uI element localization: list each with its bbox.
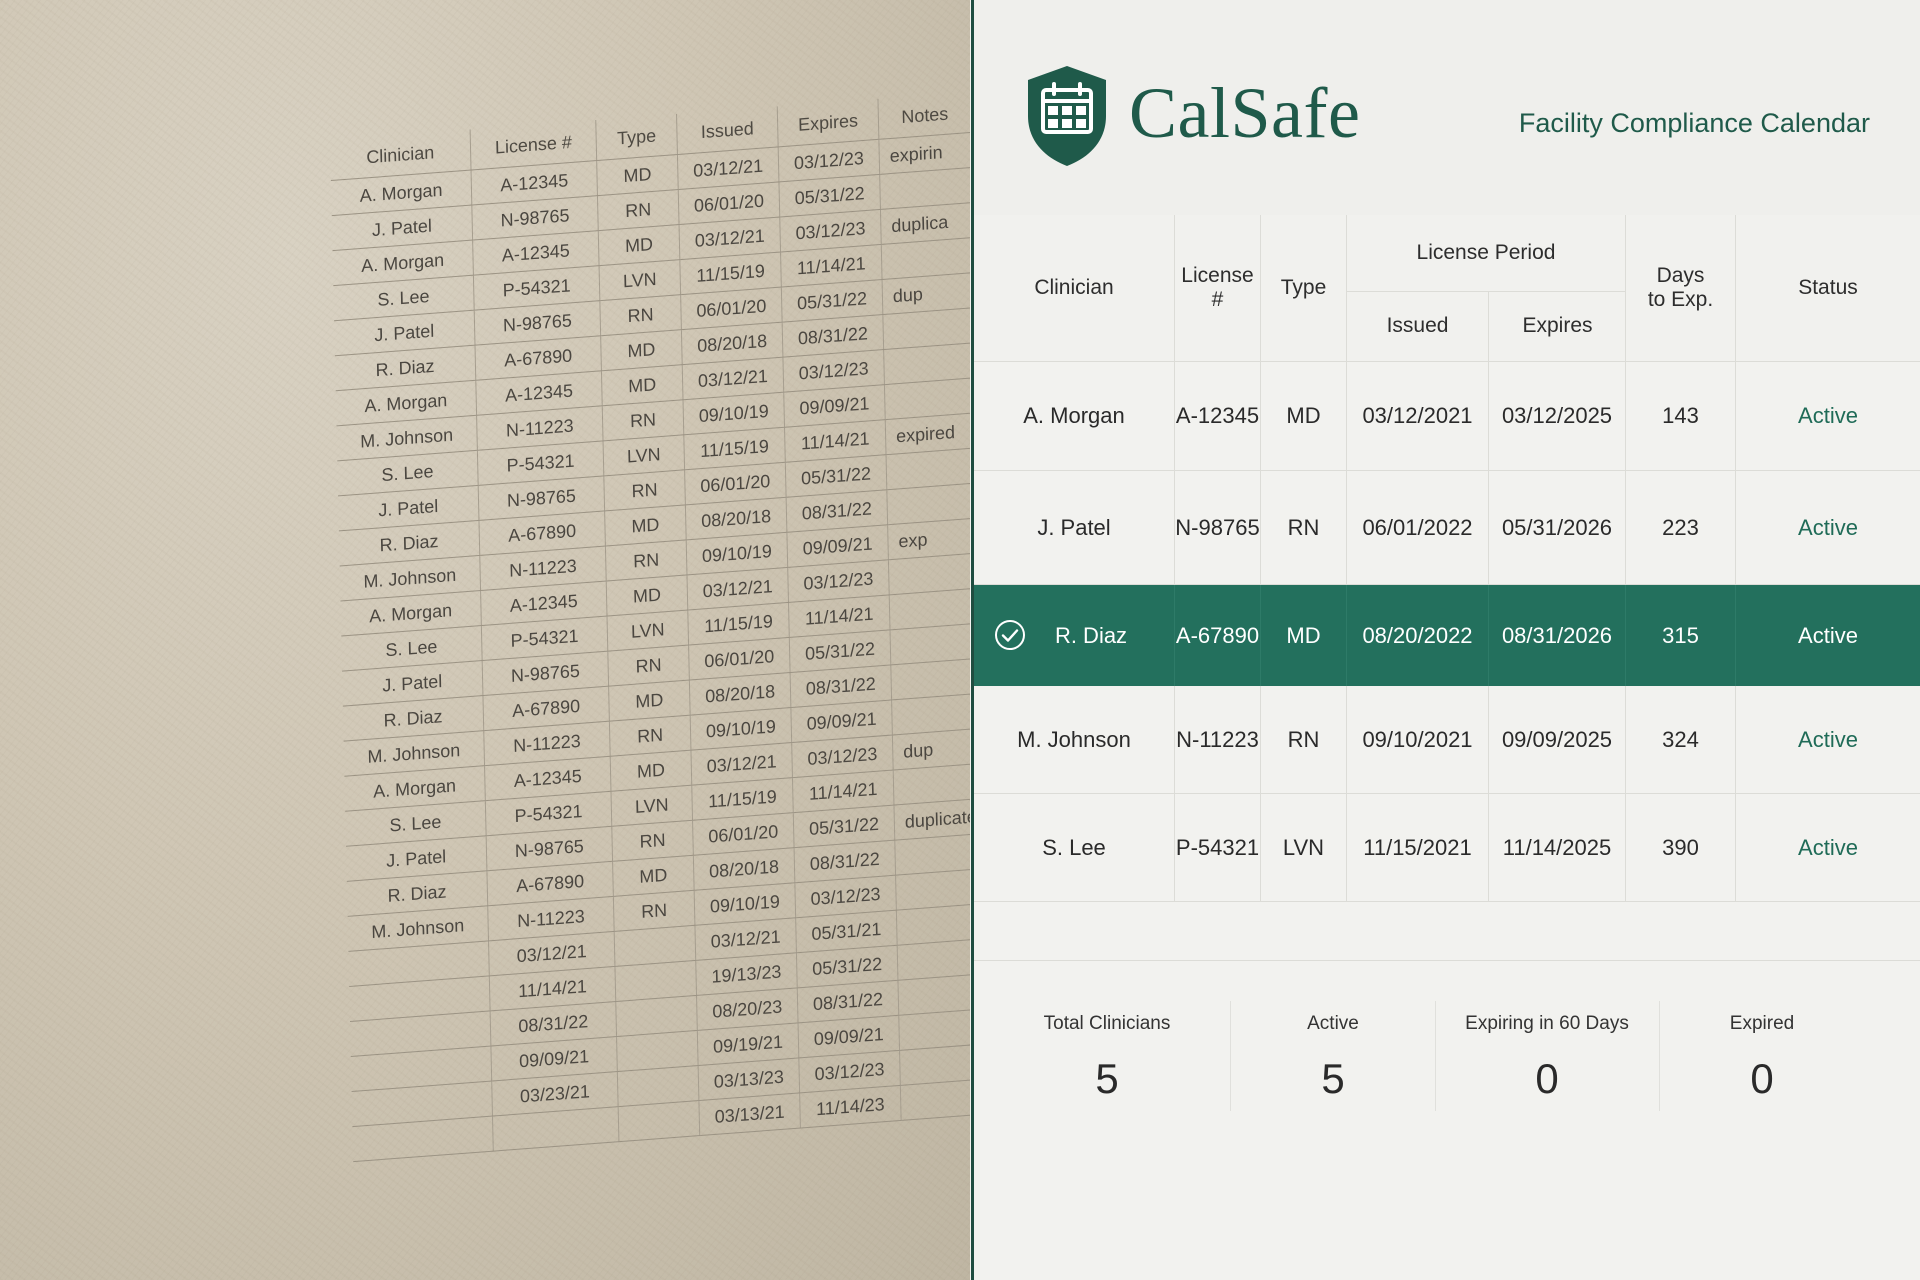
table-row-selected[interactable]: R. Diaz A-67890 MD 08/20/2022 08/31/2026… — [974, 585, 1920, 686]
cell-issued: 08/20/2022 — [1347, 585, 1489, 686]
cell-type: RN — [1261, 471, 1347, 584]
cell-type: RN — [1261, 686, 1347, 793]
table-row[interactable]: S. Lee P-54321 LVN 11/15/2021 11/14/2025… — [974, 794, 1920, 902]
col-group-license-period: License Period Issued Expires — [1347, 215, 1626, 361]
col-header-clinician[interactable]: Clinician — [974, 215, 1175, 361]
legacy-header-type: Type — [595, 113, 678, 161]
legacy-cell-notes — [890, 657, 970, 700]
page-subtitle: Facility Compliance Calendar — [1518, 108, 1870, 138]
cell-issued: 11/15/2021 — [1347, 794, 1489, 901]
cell-days-to-exp: 315 — [1626, 585, 1736, 686]
shield-calendar-icon — [1028, 66, 1106, 166]
col-header-days-to-exp[interactable]: Days to Exp. — [1626, 215, 1736, 361]
legacy-cell-notes — [898, 1008, 970, 1051]
col-header-license[interactable]: License # — [1175, 215, 1261, 361]
legacy-cell-type — [618, 1100, 700, 1142]
table-spacer — [974, 902, 1920, 961]
brand-name: CalSafe — [1129, 73, 1361, 153]
cell-license: N-11223 — [1175, 686, 1261, 793]
stat-label: Expiring in 60 Days — [1465, 1013, 1629, 1034]
calsafe-app: CalSafe Facility Compliance Calendar Cli… — [974, 0, 1920, 1280]
legacy-cell-notes — [895, 868, 970, 911]
legacy-cell-notes: dup — [892, 728, 970, 771]
status-badge: Active — [1798, 622, 1858, 648]
stat-label: Expired — [1729, 1013, 1795, 1034]
cell-license: P-54321 — [1175, 794, 1261, 901]
table-header-row: Clinician License # Type License Period … — [974, 215, 1920, 362]
cell-days-to-exp: 324 — [1626, 686, 1736, 793]
legacy-paper-sheet: Clinician License # Type Issued Expires … — [0, 0, 970, 1280]
stat-value: 0 — [1750, 1055, 1774, 1102]
col-header-issued[interactable]: Issued — [1347, 291, 1489, 361]
legacy-cell-notes: duplicate — [893, 798, 970, 841]
legacy-table: Clinician License # Type Issued Expires … — [330, 88, 970, 1163]
legacy-cell-notes — [893, 763, 970, 806]
legacy-cell-notes — [896, 903, 970, 946]
cell-clinician: S. Lee — [974, 794, 1175, 901]
legacy-cell-issued: 03/13/21 — [698, 1092, 801, 1136]
compliance-table: Clinician License # Type License Period … — [974, 215, 1920, 1121]
legacy-cell-notes — [888, 552, 970, 595]
legacy-cell-notes — [894, 833, 970, 876]
cell-expires: 11/14/2025 — [1489, 794, 1626, 901]
col-header-days-line1: Days — [1656, 264, 1705, 287]
stat-label: Active — [1307, 1013, 1359, 1034]
cell-license: A-12345 — [1175, 362, 1261, 470]
table-row[interactable]: J. Patel N-98765 RN 06/01/2022 05/31/202… — [974, 471, 1920, 585]
col-header-status[interactable]: Status — [1736, 215, 1920, 361]
cell-days-to-exp: 223 — [1626, 471, 1736, 584]
cell-type: MD — [1261, 585, 1347, 686]
status-badge: Active — [1798, 403, 1858, 428]
status-badge: Active — [1798, 834, 1858, 860]
legacy-cell-notes — [889, 587, 970, 630]
legacy-cell-notes — [890, 622, 970, 665]
legacy-cell-expires: 11/14/23 — [799, 1085, 902, 1129]
summary-stats: Total Clinicians 5 Active 5 Expiring in … — [974, 961, 1920, 1121]
table-row[interactable]: A. Morgan A-12345 MD 03/12/2021 03/12/20… — [974, 362, 1920, 471]
legacy-cell-notes: exp — [887, 517, 970, 560]
status-badge: Active — [1798, 726, 1858, 752]
stat-value: 5 — [1321, 1055, 1345, 1102]
stat-total-clinicians: Total Clinicians 5 — [974, 961, 1240, 1121]
col-header-type[interactable]: Type — [1261, 215, 1347, 361]
app-header: CalSafe Facility Compliance Calendar — [974, 0, 1920, 216]
cell-expires: 03/12/2025 — [1489, 362, 1626, 470]
cell-type: MD — [1261, 362, 1347, 470]
cell-clinician: M. Johnson — [974, 686, 1175, 793]
legacy-header-notes: Notes — [877, 91, 970, 140]
legacy-cell-notes — [897, 938, 970, 981]
cell-clinician: J. Patel — [974, 471, 1175, 584]
stat-expiring-60-days: Expiring in 60 Days 0 — [1435, 961, 1659, 1121]
cell-license: A-67890 — [1175, 585, 1261, 686]
stat-active: Active 5 — [1230, 961, 1436, 1121]
cell-issued: 06/01/2022 — [1347, 471, 1489, 584]
legacy-cell-notes — [897, 973, 970, 1016]
cell-license: N-98765 — [1175, 471, 1261, 584]
col-header-days-line2: to Exp. — [1647, 288, 1714, 311]
col-header-expires[interactable]: Expires — [1489, 291, 1626, 361]
cell-days-to-exp: 143 — [1626, 362, 1736, 470]
stage: Clinician License # Type Issued Expires … — [0, 0, 1920, 1280]
cell-expires: 08/31/2026 — [1489, 585, 1626, 686]
stat-value: 5 — [1095, 1055, 1119, 1102]
stat-expired: Expired 0 — [1659, 961, 1865, 1121]
cell-clinician: A. Morgan — [974, 362, 1175, 470]
cell-issued: 09/10/2021 — [1347, 686, 1489, 793]
table-row[interactable]: M. Johnson N-11223 RN 09/10/2021 09/09/2… — [974, 686, 1920, 794]
legacy-cell-notes — [900, 1078, 970, 1121]
stat-value: 0 — [1535, 1055, 1559, 1102]
legacy-cell-notes — [891, 692, 970, 736]
cell-issued: 03/12/2021 — [1347, 362, 1489, 470]
cell-type: LVN — [1261, 794, 1347, 901]
legacy-table-body: A. Morgan A-12345 MD 03/12/21 03/12/23 expiri… — [330, 132, 970, 1162]
stat-label: Total Clinicians — [1043, 1013, 1171, 1034]
cell-expires: 05/31/2026 — [1489, 471, 1626, 584]
cell-days-to-exp: 390 — [1626, 794, 1736, 901]
col-group-title: License Period — [1347, 215, 1625, 292]
status-badge: Active — [1798, 514, 1858, 540]
cell-clinician: R. Diaz — [974, 585, 1175, 686]
cell-expires: 09/09/2025 — [1489, 686, 1626, 793]
legacy-cell-notes — [899, 1043, 970, 1086]
